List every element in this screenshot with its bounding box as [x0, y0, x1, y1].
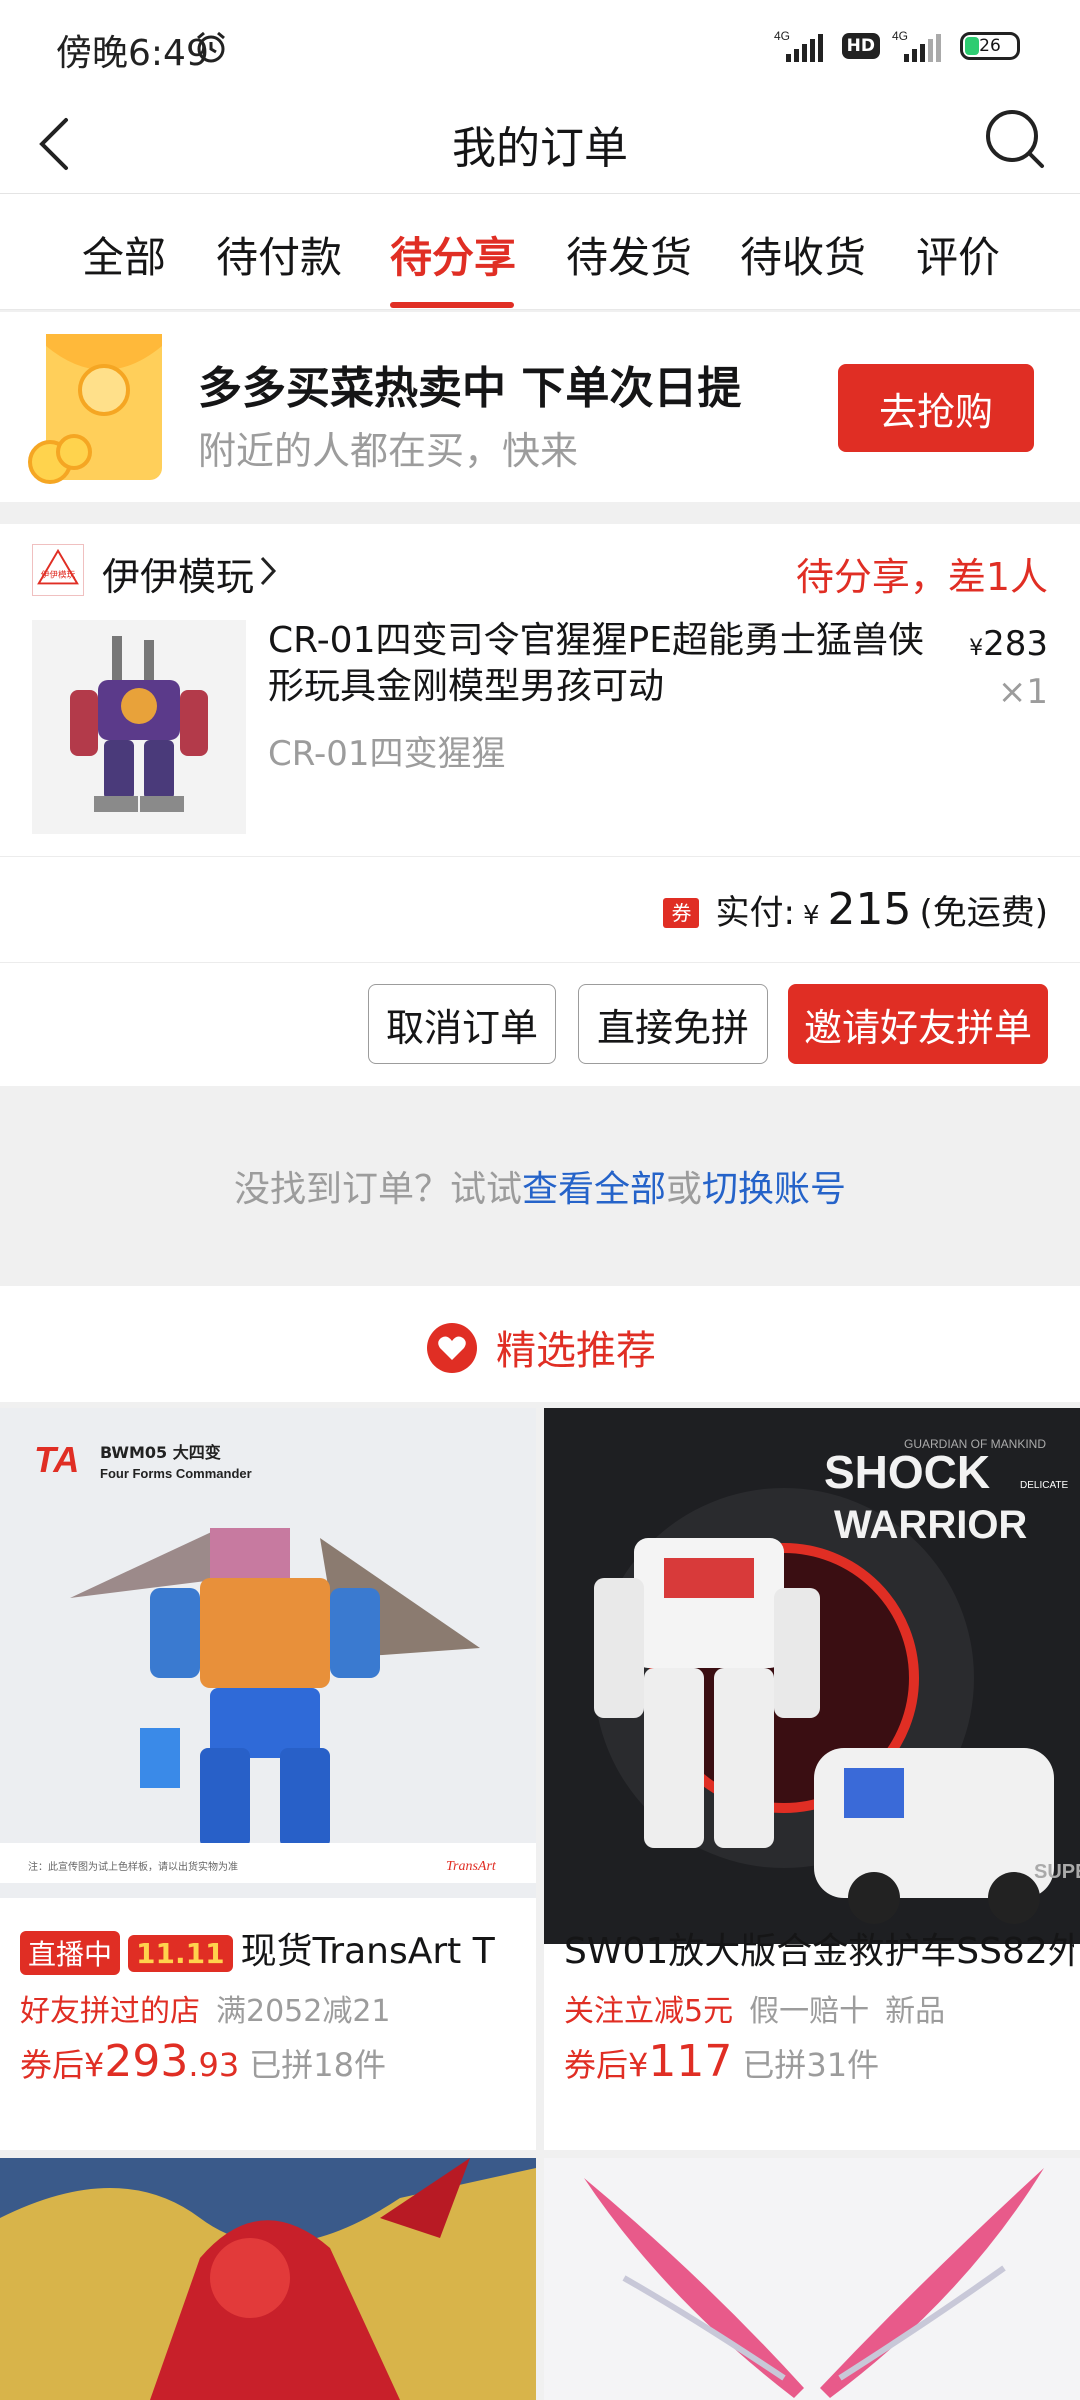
event-badge: 11.11	[128, 1934, 233, 1972]
tag: 满2052减21	[216, 1994, 391, 2029]
order-status: 待分享，差1人	[795, 555, 1048, 599]
product-image[interactable]	[32, 620, 246, 834]
order-not-found-hint: 没找到订单？试试查看全部或切换账号	[0, 1086, 1080, 1286]
product-price: ¥283	[969, 624, 1048, 664]
direct-exempt-button[interactable]: 直接免拼	[578, 984, 768, 1064]
chevron-right-icon[interactable]	[258, 554, 278, 588]
svg-text:TA: TA	[34, 1439, 79, 1480]
svg-text:WARRIOR: WARRIOR	[834, 1503, 1027, 1547]
tab-pending-payment[interactable]: 待付款	[216, 224, 342, 285]
divider	[0, 962, 1080, 963]
tag: 关注立减5元	[564, 1994, 734, 2029]
signal-icon: 4G	[774, 29, 823, 62]
tab-all[interactable]: 全部	[82, 224, 166, 285]
svg-text:TransArt: TransArt	[446, 1859, 497, 1874]
invite-friend-button[interactable]: 邀请好友拼单	[788, 984, 1048, 1064]
tag: 好友拼过的店	[20, 1994, 200, 2029]
hint-middle: 或	[666, 1169, 703, 1210]
search-icon[interactable]	[980, 104, 1050, 174]
product-image[interactable]	[0, 2158, 536, 2400]
live-badge: 直播中	[20, 1931, 121, 1975]
alarm-icon	[197, 31, 225, 63]
cancel-order-button[interactable]: 取消订单	[368, 984, 556, 1064]
view-all-link[interactable]: 查看全部	[522, 1169, 666, 1210]
promo-banner[interactable]: 多多买菜热卖中 下单次日提 附近的人都在买，快来 去抢购	[0, 312, 1080, 502]
paid-amount: 215	[827, 884, 912, 935]
shop-logo[interactable]: 伊伊模玩	[32, 544, 84, 596]
svg-text:BWM05 大四变: BWM05 大四变	[100, 1443, 221, 1462]
shop-name[interactable]: 伊伊模玩	[102, 546, 254, 601]
recommend-title: 精选推荐	[496, 1328, 656, 1374]
product-tags: 好友拼过的店 满2052减21	[20, 1986, 407, 2030]
divider	[0, 856, 1080, 857]
tag: 假一赔十	[749, 1994, 870, 2029]
paid-note: (免运费)	[919, 893, 1048, 933]
product-price: 券后¥293.93 已拼18件	[20, 2036, 386, 2087]
order-card: 伊伊模玩 伊伊模玩 待分享，差1人 CR-01四变司令官猩猩PE超能勇士猛兽侠形…	[0, 524, 1080, 1086]
product-image[interactable]: GUARDIAN OF MANKIND SHOCK WARRIOR DELICA…	[544, 1408, 1080, 1944]
active-tab-indicator	[390, 302, 514, 308]
svg-text:4G: 4G	[892, 29, 908, 43]
nav-bar: 我的订单	[0, 92, 1080, 194]
svg-text:注：此宣传图为试上色样板，请以出货实物为准: 注：此宣传图为试上色样板，请以出货实物为准	[28, 1860, 238, 1873]
red-envelope-coin-icon	[28, 334, 162, 484]
status-bar: 傍晚6:49 4G HD 4G 26	[0, 0, 1080, 92]
tag: 新品	[885, 1994, 946, 2029]
product-card[interactable]	[0, 2158, 536, 2400]
order-tabs: 全部 待付款 待分享 待发货 待收货 评价	[0, 194, 1080, 310]
product-title[interactable]: CR-01四变司令官猩猩PE超能勇士猛兽侠形玩具金刚模型男孩可动	[268, 618, 938, 710]
paid-label: 实付:	[715, 893, 795, 933]
switch-account-link[interactable]: 切换账号	[702, 1169, 846, 1210]
svg-text:Four Forms Commander: Four Forms Commander	[100, 1466, 252, 1481]
paid-currency: ¥	[802, 901, 820, 931]
product-title[interactable]: SW01放大版合金救护车SS82外	[564, 1922, 1074, 1974]
promo-buy-button[interactable]: 去抢购	[838, 364, 1034, 452]
tab-pending-share[interactable]: 待分享	[390, 224, 516, 285]
page-title: 我的订单	[452, 123, 628, 174]
product-title[interactable]: 直播中 11.11 现货TransArt T	[20, 1922, 530, 1975]
promo-title: 多多买菜热卖中 下单次日提	[198, 363, 742, 414]
tab-pending-receipt[interactable]: 待收货	[740, 224, 866, 285]
heart-icon	[427, 1323, 477, 1373]
svg-text:SHOCK: SHOCK	[824, 1446, 990, 1498]
sold-count: 已拼18件	[249, 2046, 386, 2084]
hint-prefix: 没找到订单？试试	[233, 1169, 522, 1210]
hd-icon: HD	[841, 33, 880, 59]
tab-pending-shipment[interactable]: 待发货	[566, 224, 692, 285]
product-quantity: ×1	[997, 672, 1048, 712]
signal-icon-2: 4G	[892, 29, 941, 62]
product-spec: CR-01四变猩猩	[268, 734, 506, 774]
product-image[interactable]: TA BWM05 大四变 Four Forms Commander 注：此宣传图…	[0, 1408, 536, 1898]
recommend-header: 精选推荐	[0, 1286, 1080, 1402]
status-indicators: 4G HD 4G 26	[772, 28, 1020, 64]
svg-text:伊伊模玩: 伊伊模玩	[41, 569, 76, 581]
paid-row: 券 实付: ¥215 (免运费)	[663, 884, 1048, 935]
svg-text:4G: 4G	[774, 29, 790, 43]
promo-subtitle: 附近的人都在买，快来	[198, 429, 579, 473]
product-price: 券后¥117 已拼31件	[564, 2036, 880, 2087]
coupon-icon: 券	[663, 898, 700, 928]
status-time: 傍晚6:49	[56, 33, 209, 74]
tab-review[interactable]: 评价	[916, 224, 1000, 285]
battery-icon: 26	[960, 32, 1020, 60]
product-tags: 关注立减5元 假一赔十 新品	[564, 1986, 961, 2030]
product-card[interactable]	[544, 2158, 1080, 2400]
sold-count: 已拼31件	[742, 2046, 880, 2084]
product-card[interactable]: TA BWM05 大四变 Four Forms Commander 注：此宣传图…	[0, 1408, 536, 2150]
product-image[interactable]	[544, 2158, 1080, 2400]
svg-text:DELICATE: DELICATE	[1020, 1480, 1068, 1491]
svg-text:SUPE: SUPE	[1034, 1861, 1080, 1883]
product-card[interactable]: GUARDIAN OF MANKIND SHOCK WARRIOR DELICA…	[544, 1408, 1080, 2150]
